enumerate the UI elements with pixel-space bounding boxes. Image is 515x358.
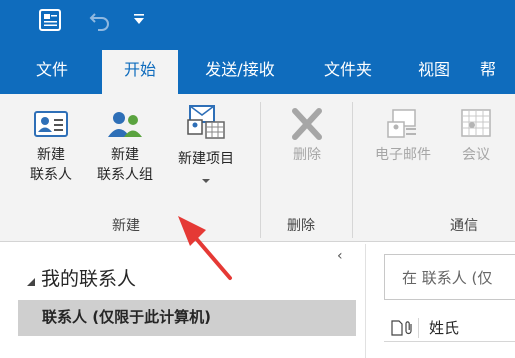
ribbon: 新建 联系人 新建 联系人组 新建项目 新建 删除 删除 电子邮件 会议 通信 bbox=[0, 94, 515, 242]
email-icon bbox=[387, 109, 416, 138]
new-contact-group-button[interactable]: 新建 联系人组 bbox=[86, 108, 164, 185]
nav-header-my-contacts[interactable]: 我的联系人 bbox=[41, 264, 136, 291]
nav-item-contacts[interactable]: 联系人 (仅限于此计算机) bbox=[18, 300, 356, 336]
group-label-communicate: 通信 bbox=[450, 218, 478, 234]
ribbon-tab-bar: 文件 开始 发送/接收 文件夹 视图 帮 bbox=[0, 40, 515, 94]
group-separator bbox=[352, 102, 353, 238]
delete-x-icon bbox=[292, 108, 322, 140]
tab-file[interactable]: 文件 bbox=[22, 50, 82, 94]
collapse-nav-button[interactable]: ‹ bbox=[337, 248, 351, 264]
tab-folder[interactable]: 文件夹 bbox=[310, 50, 386, 94]
new-contact-group-label-line2: 联系人组 bbox=[97, 167, 153, 183]
group-label-delete: 删除 bbox=[287, 218, 315, 234]
new-items-button[interactable]: 新建项目 bbox=[166, 104, 246, 185]
column-separator bbox=[418, 318, 419, 338]
new-contact-label-line1: 新建 bbox=[37, 147, 65, 163]
meeting-icon bbox=[461, 109, 491, 137]
meeting-label: 会议 bbox=[462, 147, 490, 163]
expand-triangle-icon[interactable] bbox=[26, 277, 36, 287]
attachment-icon[interactable] bbox=[402, 320, 416, 336]
group-separator bbox=[260, 102, 261, 238]
column-header-row: 姓氏 bbox=[384, 314, 515, 342]
column-header-surname[interactable]: 姓氏 bbox=[429, 317, 459, 338]
new-contact-group-label-line1: 新建 bbox=[111, 147, 139, 163]
search-placeholder: 在 联系人 (仅 bbox=[402, 269, 493, 287]
email-button[interactable]: 电子邮件 bbox=[362, 108, 444, 165]
undo-icon[interactable] bbox=[88, 8, 112, 32]
email-label: 电子邮件 bbox=[375, 147, 431, 163]
tab-help[interactable]: 帮 bbox=[480, 50, 515, 94]
delete-label: 删除 bbox=[293, 147, 321, 163]
tab-send-receive[interactable]: 发送/接收 bbox=[188, 50, 292, 94]
pane-divider[interactable] bbox=[365, 244, 366, 358]
meeting-button[interactable]: 会议 bbox=[448, 108, 504, 165]
qat-dropdown-icon[interactable] bbox=[131, 11, 147, 27]
contact-card-icon bbox=[34, 111, 68, 137]
chevron-down-icon bbox=[202, 179, 210, 183]
search-input[interactable]: 在 联系人 (仅 bbox=[384, 254, 515, 300]
nav-item-contacts-label: 联系人 (仅限于此计算机) bbox=[42, 308, 211, 326]
new-items-label: 新建项目 bbox=[178, 151, 234, 167]
title-bar bbox=[0, 0, 515, 40]
new-contact-label-line2: 联系人 bbox=[30, 167, 72, 183]
group-label-new: 新建 bbox=[112, 218, 140, 234]
delete-button[interactable]: 删除 bbox=[272, 108, 342, 165]
tab-home[interactable]: 开始 bbox=[102, 50, 178, 94]
tab-view[interactable]: 视图 bbox=[404, 50, 464, 94]
people-group-icon bbox=[108, 112, 142, 137]
new-items-icon bbox=[187, 105, 225, 139]
app-icon[interactable] bbox=[38, 8, 62, 32]
new-contact-button[interactable]: 新建 联系人 bbox=[20, 108, 82, 185]
